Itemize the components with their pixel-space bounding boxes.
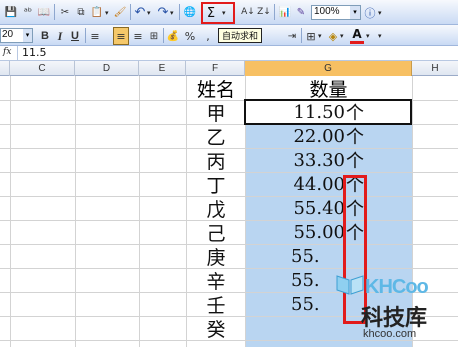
undo-icon[interactable]: ↶ — [133, 3, 147, 21]
cut-icon[interactable]: ✂ — [57, 3, 73, 21]
fill-color-dropdown-icon[interactable]: ▾ — [340, 32, 344, 40]
name-cell[interactable]: 庚 — [186, 244, 246, 269]
align-left-icon[interactable]: ≡ — [88, 27, 102, 45]
name-cell[interactable]: 壬 — [186, 292, 246, 317]
chart-wizard-icon[interactable]: 📊 — [277, 3, 293, 21]
column-header-d[interactable]: D — [75, 61, 139, 76]
font-size-select[interactable]: 20 ▾ — [0, 28, 33, 43]
toolbar-separator — [85, 28, 86, 43]
spelling-icon[interactable]: ᵃᵇ — [20, 3, 36, 21]
bold-button[interactable]: B — [38, 27, 52, 45]
toolbar-separator — [179, 4, 180, 20]
column-header-c[interactable]: C — [10, 61, 75, 76]
undo-dropdown-icon[interactable]: ▾ — [147, 9, 151, 17]
quantity-value[interactable]: 55. — [245, 268, 345, 292]
watermark-logo-text: KHCoo — [365, 276, 429, 298]
name-cell[interactable]: 己 — [186, 220, 246, 245]
toolbar-separator — [274, 4, 275, 20]
toolbar-separator — [301, 28, 302, 43]
toolbar-separator — [130, 4, 131, 20]
formula-divider — [17, 46, 18, 60]
quantity-value[interactable]: 55. — [245, 292, 345, 316]
percent-button[interactable]: % — [183, 27, 197, 45]
font-size-value: 20 — [2, 29, 14, 40]
name-cell[interactable]: 丁 — [186, 172, 246, 197]
zoom-select[interactable]: 100% ▾ — [311, 5, 361, 20]
header-quantity-cell[interactable]: 数量 — [245, 76, 412, 101]
formula-input[interactable]: 11.5 — [22, 46, 47, 59]
hyperlink-icon[interactable]: 🌐 — [182, 3, 198, 21]
font-color-icon[interactable]: A — [350, 26, 364, 44]
format-painter-icon[interactable]: 🖌 — [112, 3, 128, 21]
autosum-highlight-box — [201, 2, 235, 24]
zoom-value: 100% — [314, 6, 340, 17]
grid-line — [139, 76, 140, 347]
watermark: KHCoo 科技库 khcoo.com — [335, 262, 455, 346]
save-icon[interactable]: 💾 — [2, 3, 20, 21]
toolbar-options-icon[interactable]: ▾ — [378, 9, 382, 17]
copy-icon[interactable]: ⧉ — [73, 3, 89, 21]
grid-line — [75, 76, 76, 347]
quantity-value[interactable]: 55. — [245, 244, 345, 268]
sort-descending-icon[interactable]: Z↓ — [256, 3, 272, 21]
column-header-g[interactable]: G — [245, 61, 412, 76]
research-icon[interactable]: 📖 — [36, 3, 52, 21]
active-cell-border — [244, 99, 412, 125]
autosum-tooltip: 自动求和 — [218, 28, 263, 43]
name-cell[interactable]: 戊 — [186, 196, 246, 221]
quantity-value[interactable]: 55.40 — [245, 196, 345, 220]
borders-dropdown-icon[interactable]: ▾ — [318, 32, 322, 40]
sort-ascending-icon[interactable]: A↓ — [240, 3, 256, 21]
toolbar-options-icon[interactable]: ▾ — [378, 32, 382, 40]
quantity-value[interactable]: 55.00 — [245, 220, 345, 244]
toolbar-separator — [163, 28, 164, 43]
comma-style-button[interactable]: , — [204, 27, 212, 45]
font-color-dropdown-icon[interactable]: ▾ — [366, 32, 370, 40]
grid-line — [10, 76, 11, 347]
drawing-icon[interactable]: ✎ — [293, 3, 309, 21]
underline-button[interactable]: U — [68, 27, 82, 45]
column-header-partial[interactable] — [0, 61, 10, 76]
watermark-url: khcoo.com — [363, 328, 417, 340]
quantity-unit: 个 — [346, 151, 364, 172]
redo-icon[interactable]: ↷ — [156, 3, 170, 21]
italic-button[interactable]: I — [53, 27, 67, 45]
merge-center-icon[interactable]: ⊞ — [147, 27, 161, 45]
formula-bar: fx 11.5 — [0, 46, 458, 61]
column-headers: C D E F G H — [0, 61, 458, 76]
increase-indent-icon[interactable]: ⇥ — [285, 27, 299, 45]
zoom-dropdown-icon[interactable]: ▾ — [350, 6, 360, 19]
column-header-f[interactable]: F — [186, 61, 245, 76]
name-cell[interactable]: 丙 — [186, 148, 246, 173]
book-logo-icon — [336, 275, 364, 295]
header-name-cell[interactable]: 姓名 — [186, 76, 246, 101]
name-cell[interactable]: 辛 — [186, 268, 246, 293]
borders-icon[interactable]: ⊞ — [304, 27, 318, 45]
align-center-icon[interactable]: ≡ — [113, 27, 129, 45]
font-size-dropdown-icon[interactable]: ▾ — [23, 29, 32, 42]
fill-color-icon[interactable]: ◈ — [326, 27, 340, 45]
currency-icon[interactable]: 💰 — [166, 27, 180, 45]
help-icon[interactable]: ⓘ — [363, 4, 377, 22]
toolbar-separator — [54, 4, 55, 20]
name-cell[interactable]: 甲 — [186, 100, 246, 125]
redo-dropdown-icon[interactable]: ▾ — [170, 9, 174, 17]
column-header-h[interactable]: H — [412, 61, 458, 76]
column-header-e[interactable]: E — [139, 61, 186, 76]
quantity-value[interactable]: 33.30 — [245, 148, 345, 172]
name-cell[interactable]: 乙 — [186, 124, 246, 149]
paste-dropdown-icon[interactable]: ▾ — [105, 9, 109, 17]
paste-icon[interactable]: 📋 — [89, 3, 105, 21]
name-cell[interactable]: 癸 — [186, 316, 246, 341]
quantity-value[interactable]: 44.00 — [245, 172, 345, 196]
quantity-value[interactable]: 22.00 — [245, 124, 345, 148]
align-right-icon[interactable]: ≡ — [131, 27, 145, 45]
function-icon[interactable]: fx — [3, 47, 11, 57]
quantity-unit: 个 — [346, 127, 364, 148]
